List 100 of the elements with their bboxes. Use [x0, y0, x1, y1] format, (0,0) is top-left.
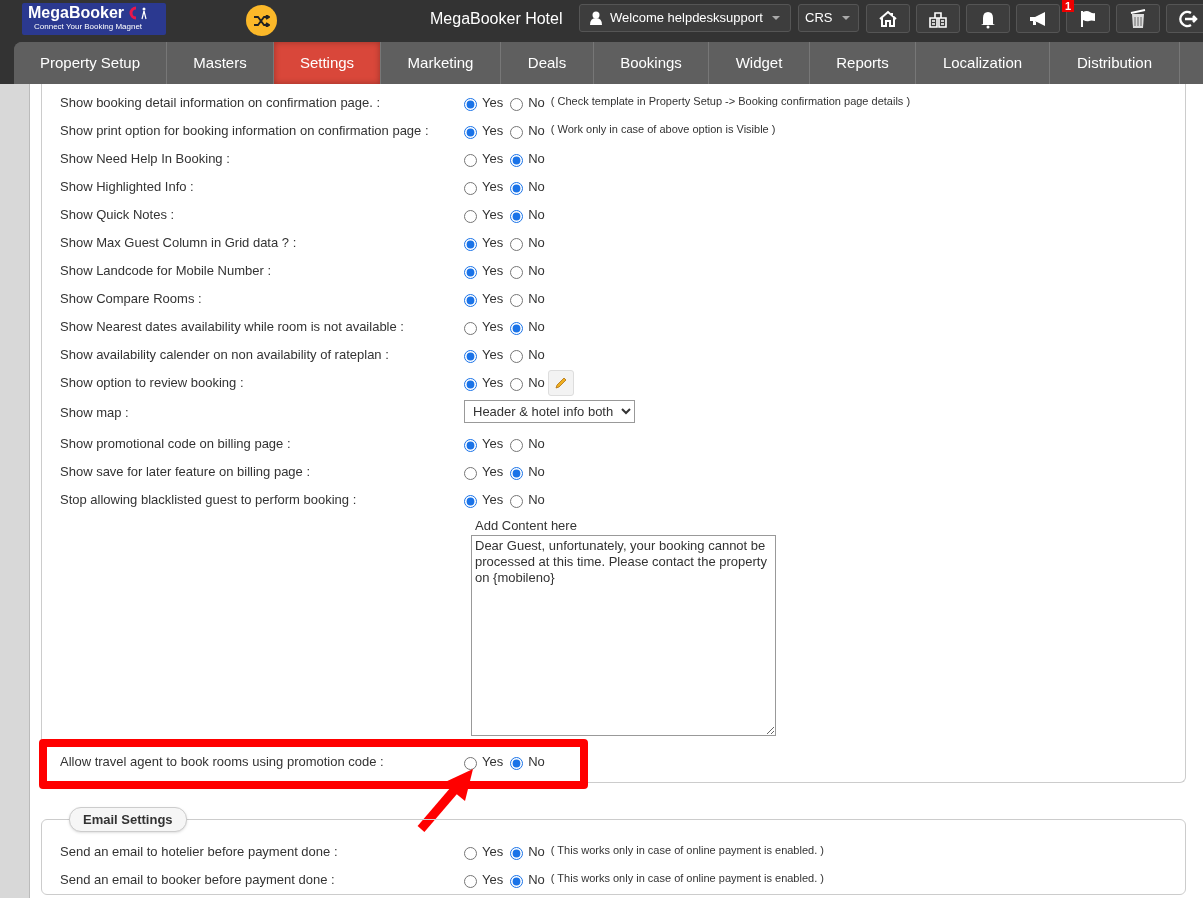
radio-button[interactable]	[510, 467, 524, 480]
radio-label[interactable]: No	[528, 121, 545, 141]
radio-button[interactable]	[464, 210, 477, 223]
radio-label[interactable]: Yes	[482, 317, 504, 337]
radio-label[interactable]: Yes	[482, 490, 504, 510]
toolbar-button[interactable]	[916, 4, 960, 33]
radio-button[interactable]	[510, 238, 524, 251]
radio-button[interactable]	[510, 266, 524, 279]
map-select[interactable]: Header & hotel info both	[464, 400, 635, 423]
setting-label: Show booking detail information on confirmation page. :	[60, 94, 382, 112]
radio-label[interactable]: Yes	[482, 121, 504, 141]
setting-label: Show Quick Notes :	[60, 206, 176, 224]
radio-label[interactable]: No	[528, 842, 545, 862]
radio-label[interactable]: Yes	[482, 93, 504, 113]
radio-button[interactable]	[510, 126, 524, 139]
radio-button[interactable]	[510, 757, 524, 770]
setting-note: ( This works only in case of online payment is enabled. )	[550, 843, 824, 858]
radio-button[interactable]	[464, 154, 477, 167]
toolbar-button[interactable]	[1166, 4, 1203, 33]
radio-button[interactable]	[510, 875, 524, 888]
radio-button[interactable]	[510, 847, 524, 860]
toolbar-button[interactable]	[1016, 4, 1060, 33]
radio-label[interactable]: No	[528, 752, 545, 772]
radio-label[interactable]: Yes	[482, 870, 504, 890]
radio-button[interactable]	[510, 378, 524, 391]
caret-icon	[772, 16, 780, 20]
logo[interactable]: MegaBooker Connect Your Booking Magnet	[22, 3, 166, 35]
mode-menu[interactable]: CRS	[798, 4, 859, 32]
radio-label[interactable]: Yes	[482, 373, 504, 393]
logout-icon	[1178, 8, 1198, 29]
radio-button[interactable]	[464, 757, 477, 770]
radio-label[interactable]: No	[528, 870, 545, 890]
toolbar-button[interactable]	[866, 4, 910, 33]
shuffle-button[interactable]	[246, 5, 277, 36]
radio-label[interactable]: No	[528, 490, 545, 510]
radio-button[interactable]	[510, 350, 524, 363]
radio-label[interactable]: No	[528, 261, 545, 281]
user-icon	[590, 11, 602, 25]
radio-label[interactable]: No	[528, 289, 545, 309]
field-caption: Add Content here	[474, 517, 578, 535]
radio-button[interactable]	[464, 238, 477, 251]
nav-tab[interactable]: Settings	[274, 42, 381, 84]
pencil-icon	[553, 376, 568, 390]
radio-button[interactable]	[464, 439, 477, 452]
logo-name: MegaBooker	[28, 4, 125, 22]
radio-button[interactable]	[464, 98, 477, 111]
radio-label[interactable]: No	[528, 345, 545, 365]
toolbar-button[interactable]	[1116, 4, 1160, 33]
radio-button[interactable]	[464, 266, 477, 279]
radio-label[interactable]: No	[528, 205, 545, 225]
edit-button[interactable]	[547, 370, 574, 396]
radio-label[interactable]: No	[528, 93, 545, 113]
radio-label[interactable]: No	[528, 233, 545, 253]
radio-button[interactable]	[464, 350, 477, 363]
radio-button[interactable]	[510, 294, 524, 307]
radio-button[interactable]	[510, 439, 524, 452]
radio-button[interactable]	[464, 467, 477, 480]
radio-label[interactable]: Yes	[482, 462, 504, 482]
radio-button[interactable]	[464, 294, 477, 307]
radio-label[interactable]: Yes	[482, 752, 504, 772]
caret-icon	[842, 16, 851, 20]
radio-label[interactable]: Yes	[482, 149, 504, 169]
radio-button[interactable]	[464, 495, 477, 508]
radio-label[interactable]: Yes	[482, 434, 504, 454]
setting-label: Show option to review booking :	[60, 374, 245, 392]
radio-label[interactable]: Yes	[482, 233, 504, 253]
radio-label[interactable]: Yes	[482, 345, 504, 365]
nav-tab[interactable]: Property Setup	[14, 42, 167, 84]
radio-label[interactable]: Yes	[482, 261, 504, 281]
setting-note: ( This works only in case of online payment is enabled. )	[550, 871, 824, 886]
radio-label[interactable]: No	[528, 317, 545, 337]
radio-label[interactable]: No	[528, 177, 545, 197]
setting-label: Show Nearest dates availability while room is not available :	[60, 318, 405, 336]
section-legend: Email Settings	[69, 807, 187, 832]
radio-button[interactable]	[510, 98, 524, 111]
radio-button[interactable]	[464, 875, 477, 888]
toolbar-button[interactable]	[966, 4, 1010, 33]
radio-label[interactable]: No	[528, 462, 545, 482]
radio-button[interactable]	[464, 182, 477, 195]
radio-label[interactable]: No	[528, 149, 545, 169]
radio-button[interactable]	[464, 126, 477, 139]
radio-label[interactable]: No	[528, 434, 545, 454]
radio-label[interactable]: Yes	[482, 205, 504, 225]
radio-button[interactable]	[510, 495, 524, 508]
radio-button[interactable]	[510, 322, 524, 335]
message-textarea[interactable]: Dear Guest, unfortunately, your booking cannot be processed at this time. Please contact the property on {mobileno}	[471, 535, 776, 736]
radio-button[interactable]	[464, 378, 477, 391]
radio-button[interactable]	[464, 847, 477, 860]
radio-button[interactable]	[510, 154, 524, 167]
radio-label[interactable]: Yes	[482, 177, 504, 197]
radio-label[interactable]: No	[528, 373, 545, 393]
radio-button[interactable]	[510, 182, 524, 195]
user-menu[interactable]: Welcome helpdesksupport	[579, 4, 791, 32]
radio-label[interactable]: Yes	[482, 289, 504, 309]
radio-label[interactable]: Yes	[482, 842, 504, 862]
radio-button[interactable]	[510, 210, 524, 223]
radio-button[interactable]	[464, 322, 477, 335]
notification-badge: 1	[1062, 0, 1075, 12]
logo-tagline: Connect Your Booking Magnet	[34, 22, 143, 31]
setting-label: Send an email to hotelier before payment done :	[60, 843, 339, 861]
